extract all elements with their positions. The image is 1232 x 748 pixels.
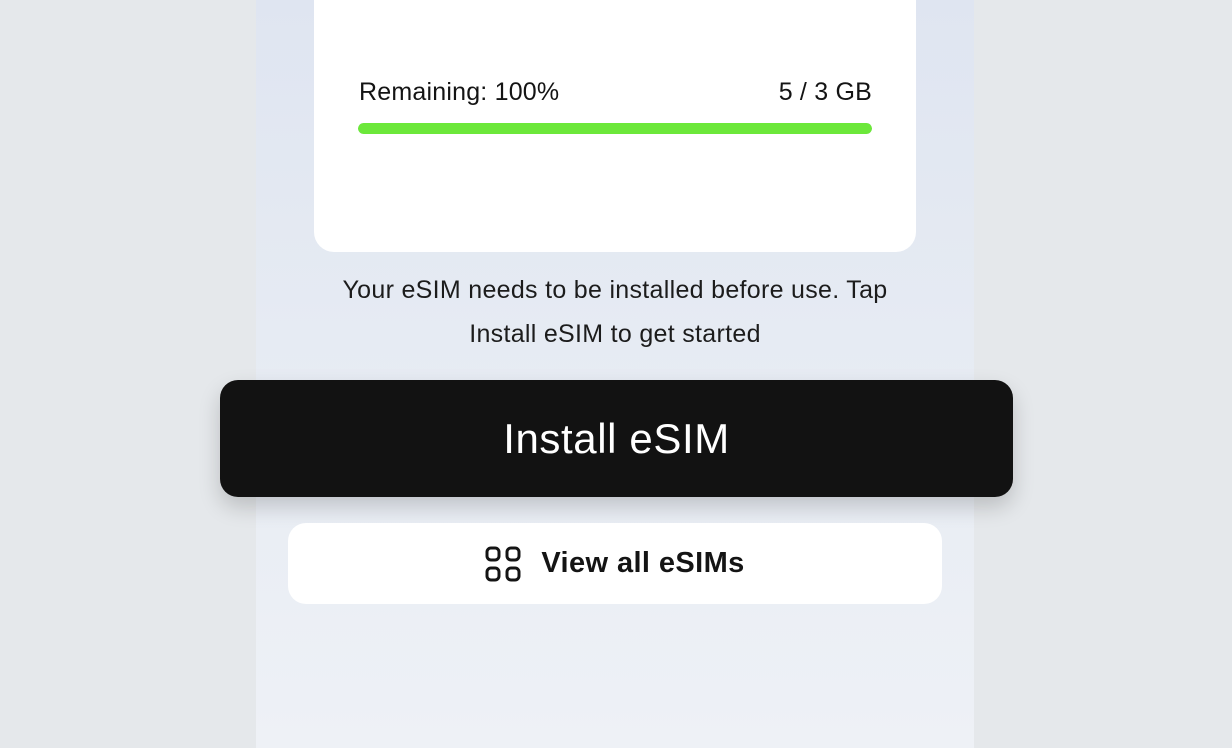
remaining-label: Remaining: 100% <box>359 77 560 106</box>
data-amount: 5 / 3 GB <box>778 77 872 106</box>
install-esim-button[interactable]: Install eSIM <box>220 380 1013 497</box>
usage-progress-bar <box>358 123 872 134</box>
install-hint: Your eSIM needs to be installed before u… <box>300 268 930 356</box>
usage-progress-fill <box>358 123 872 134</box>
view-all-esims-label: View all eSIMs <box>541 547 745 579</box>
view-all-esims-button[interactable]: View all eSIMs <box>288 523 942 604</box>
install-esim-label: Install eSIM <box>503 414 730 462</box>
usage-summary: Remaining: 100% 5 / 3 GB <box>359 74 872 110</box>
grid-icon <box>485 546 521 581</box>
install-hint-line-2: Install eSIM to get started <box>469 320 761 348</box>
install-hint-line-1: Your eSIM needs to be installed before u… <box>342 276 888 304</box>
